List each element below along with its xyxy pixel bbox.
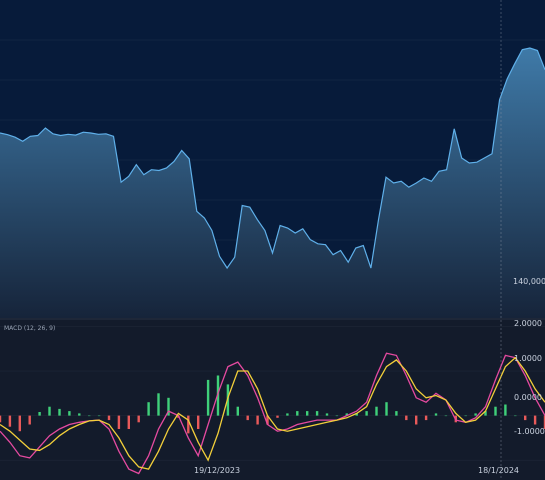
macd-histogram-bar — [444, 415, 448, 417]
macd-histogram-bar — [38, 412, 41, 416]
macd-histogram-bar — [494, 406, 497, 416]
macd-histogram-bar — [405, 415, 408, 421]
macd-histogram-bar — [78, 413, 81, 416]
chart-root: 140,0000 MACD (12, 26, 9) 2.0000 1.0000 … — [0, 0, 545, 480]
macd-histogram-bar — [137, 415, 140, 423]
macd-histogram-bar — [68, 411, 71, 416]
macd-histogram-bar — [8, 415, 12, 427]
macd-histogram-bar — [197, 415, 200, 429]
macd-histogram-bar — [424, 415, 428, 421]
macd-histogram-bar — [0, 415, 2, 423]
macd-histogram-bar — [117, 415, 121, 429]
macd-histogram-bar — [256, 415, 259, 425]
macd-histogram-bar — [395, 411, 398, 416]
macd-histogram-bar — [28, 415, 31, 425]
macd-histogram-bar — [504, 404, 507, 416]
macd-histogram-bar — [474, 413, 477, 416]
macd-histogram-bar — [48, 406, 51, 416]
macd-histogram-bar — [315, 411, 319, 416]
macd-histogram-bar — [157, 393, 160, 416]
macd-histogram-bar — [415, 415, 418, 425]
macd-histogram-bar — [236, 406, 239, 416]
chart-canvas[interactable]: 140,0000 MACD (12, 26, 9) 2.0000 1.0000 … — [0, 0, 545, 480]
macd-histogram-bar — [107, 415, 111, 421]
macd-histogram-bar — [127, 415, 130, 429]
macd-histogram-bar — [375, 406, 378, 416]
macd-histogram-bar — [464, 415, 467, 417]
macd-histogram-bar — [187, 415, 190, 434]
macd-histogram-bar — [514, 415, 517, 417]
macd-histogram-bar — [533, 415, 537, 425]
macd-y-tick-2: 2.0000 — [514, 319, 542, 328]
macd-panel-background — [0, 320, 545, 480]
macd-y-tick-1: 1.0000 — [514, 354, 542, 363]
x-tick-label-1: 19/12/2023 — [194, 466, 240, 475]
x-tick-label-2: 18/1/2024 — [478, 466, 519, 475]
macd-histogram-bar — [88, 415, 91, 417]
macd-histogram-bar — [246, 415, 249, 421]
macd-histogram-bar — [524, 415, 527, 421]
macd-histogram-bar — [58, 408, 61, 416]
macd-histogram-bar — [97, 415, 101, 417]
macd-y-tick-0: 0.0000 — [514, 393, 542, 402]
macd-panel: MACD (12, 26, 9) 2.0000 1.0000 0.0000 -1… — [0, 319, 545, 480]
macd-histogram-bar — [434, 413, 438, 416]
macd-histogram-bar — [335, 415, 339, 417]
macd-histogram-bar — [286, 413, 289, 416]
macd-histogram-bar — [306, 411, 309, 416]
macd-histogram-bar — [385, 402, 388, 416]
macd-histogram-bar — [365, 411, 368, 416]
macd-histogram-bar — [147, 402, 150, 416]
macd-histogram-bar — [276, 415, 279, 418]
macd-y-tick-neg1: -1.0000 — [514, 427, 545, 436]
price-y-tick-label: 140,0000 — [513, 277, 545, 286]
price-panel: 140,0000 — [0, 0, 545, 318]
macd-indicator-label[interactable]: MACD (12, 26, 9) — [4, 325, 55, 332]
macd-histogram-bar — [206, 379, 210, 416]
macd-histogram-bar — [296, 411, 299, 416]
macd-histogram-bar — [18, 415, 21, 432]
macd-histogram-bar — [325, 413, 329, 416]
